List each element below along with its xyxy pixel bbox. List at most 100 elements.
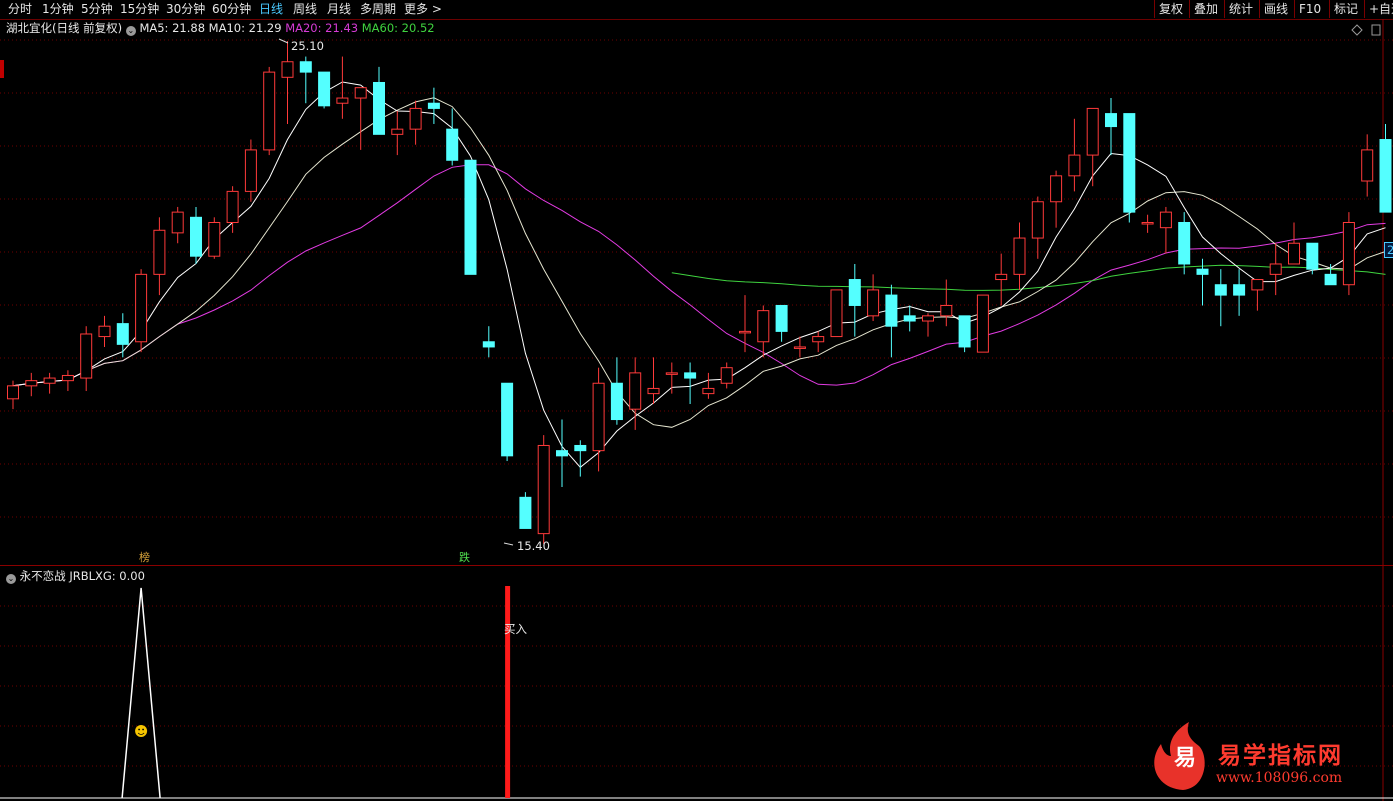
candle-up: [1251, 279, 1264, 291]
candle-up: [1141, 221, 1154, 225]
candle-up: [537, 444, 550, 535]
candle-down: [373, 81, 385, 135]
indicator-settings-icon[interactable]: ⌄: [6, 574, 16, 584]
candle-up: [629, 372, 642, 410]
candle-down: [1196, 268, 1209, 275]
candle-up: [757, 310, 770, 343]
candle-up: [135, 273, 148, 343]
candle-down: [684, 372, 697, 379]
candle-up: [812, 336, 825, 343]
candle-up: [171, 211, 184, 234]
low-price-label: 15.40: [517, 539, 550, 553]
ma60-value: MA60: 20.52: [361, 21, 435, 35]
candle-up: [1013, 237, 1026, 275]
candle-up: [1068, 154, 1081, 177]
candle-up: [7, 385, 19, 400]
candle-up: [336, 97, 349, 104]
settings-circle-icon[interactable]: ⌄: [125, 26, 136, 36]
candle-up: [80, 333, 93, 379]
candle-up: [976, 294, 989, 353]
candle-up: [922, 315, 934, 322]
kline-chart[interactable]: [0, 0, 1393, 801]
candle-up: [1086, 107, 1099, 156]
candle-down: [1379, 139, 1392, 213]
candle-down: [190, 216, 202, 257]
candlesticks: [7, 41, 1392, 544]
candle-up: [793, 346, 806, 349]
smiley-eye: [138, 728, 141, 731]
high-arrow-icon: [278, 38, 289, 44]
candle-up: [263, 71, 276, 151]
marker-bang: 榜: [139, 551, 150, 564]
indicator-spike: [121, 587, 161, 799]
ma20-value: MA20: 21.43: [285, 21, 359, 35]
indicator-value: JRBLXG: 0.00: [69, 569, 145, 583]
diamond-icon[interactable]: [1351, 24, 1363, 36]
candle-down: [958, 315, 971, 348]
candle-down: [1324, 273, 1337, 286]
high-price-label: 25.10: [291, 39, 324, 53]
candle-up: [409, 107, 422, 130]
ma5-line: [12, 81, 1386, 468]
candle-down: [556, 450, 568, 457]
candle-down: [885, 294, 898, 327]
marker-die: 跌: [459, 551, 470, 564]
indicator-title: 永不恋战: [19, 569, 66, 583]
price-header: 湖北宜化(日线 前复权) ⌄ MA5: 21.88 MA10: 21.29 MA…: [6, 21, 435, 36]
candle-up: [43, 377, 56, 384]
left-axis-marker: [0, 60, 4, 78]
ma5-value: MA5: 21.88: [139, 21, 206, 35]
candle-up: [665, 372, 678, 375]
candle-up: [995, 273, 1008, 281]
candle-up: [1288, 242, 1300, 265]
candle-up: [61, 374, 74, 382]
buy-signal-label: 买入: [504, 622, 527, 636]
smiley-icon: [135, 725, 148, 737]
candle-up: [830, 289, 843, 338]
candle-down: [427, 102, 440, 109]
candle-up: [25, 380, 38, 387]
moving-average-lines: [12, 81, 1386, 468]
buy-signal-bar: [505, 586, 511, 798]
candle-up: [354, 87, 367, 99]
candle-up: [208, 221, 221, 257]
candle-up: [940, 304, 953, 317]
candle-down: [1306, 242, 1319, 270]
candle-down: [519, 496, 532, 529]
right-price-tag: 2: [1384, 242, 1393, 258]
candle-up: [1159, 211, 1172, 229]
candle-down: [1214, 284, 1227, 296]
candle-up: [1361, 149, 1374, 182]
candle-up: [592, 382, 605, 452]
smiley-eye: [142, 728, 145, 731]
candle-down: [318, 71, 331, 107]
chart-grid: [0, 19, 1393, 801]
candle-down: [610, 382, 623, 421]
panel-separator: [0, 565, 1393, 566]
ma20-line: [12, 164, 1386, 387]
candle-up: [739, 330, 751, 334]
candle-down: [775, 304, 788, 332]
candle-up: [391, 128, 404, 135]
window-icon[interactable]: [1371, 24, 1381, 36]
candle-down: [848, 279, 861, 306]
watermark-text: 易学指标网: [1218, 743, 1343, 769]
candle-up: [281, 61, 294, 78]
candle-down: [1233, 284, 1246, 296]
candle-up: [1342, 221, 1355, 286]
candle-up: [867, 289, 880, 317]
candle-down: [1178, 221, 1191, 265]
candle-up: [1050, 175, 1063, 203]
candle-up: [702, 387, 715, 395]
watermark-logo-char: 易: [1174, 746, 1197, 771]
candle-down: [446, 128, 459, 161]
candle-up: [244, 149, 257, 192]
candle-up: [720, 367, 733, 384]
candle-down: [1123, 113, 1136, 213]
candle-down: [482, 341, 495, 348]
indicator-header: ⌄ 永不恋战 JRBLXG: 0.00: [6, 569, 145, 584]
ma10-value: MA10: 21.29: [208, 21, 282, 35]
candle-down: [299, 61, 312, 73]
candle-up: [1269, 263, 1282, 275]
candle-up: [1031, 201, 1044, 239]
